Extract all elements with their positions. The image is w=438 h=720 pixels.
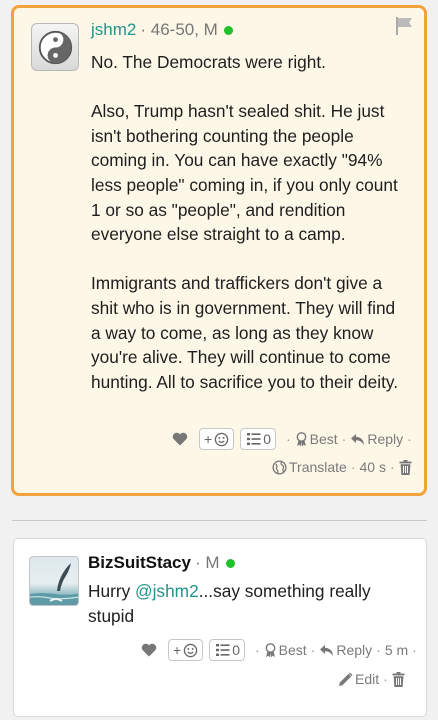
- like-heart-icon[interactable]: [140, 643, 158, 657]
- reply-label: Reply: [336, 642, 373, 658]
- comment-actions: + 0 · Best ·: [171, 428, 412, 450]
- online-indicator: [225, 558, 235, 568]
- smiley-icon: [214, 432, 229, 446]
- reaction-count: 0: [263, 431, 271, 447]
- best-button[interactable]: Best: [295, 431, 338, 447]
- reply-label: Reply: [367, 431, 404, 447]
- list-icon: [247, 433, 261, 445]
- list-icon: [216, 644, 230, 656]
- user-meta: · M: [194, 553, 220, 572]
- add-reaction-label: +: [173, 642, 182, 658]
- comment-paragraph: Also, Trump hasn't sealed shit. He just …: [91, 101, 398, 245]
- reply-arrow-icon: [351, 433, 365, 445]
- comment-paragraph: Immigrants and traffickers don't give a …: [91, 273, 399, 392]
- edit-button[interactable]: Edit: [338, 671, 379, 687]
- add-reaction-button[interactable]: +: [168, 639, 204, 661]
- username-link[interactable]: jshm2: [91, 20, 136, 40]
- comment-body: Hurry @jshm2...say something really stup…: [88, 579, 408, 628]
- like-heart-icon[interactable]: [171, 432, 189, 446]
- username-link[interactable]: BizSuitStacy: [88, 553, 191, 573]
- flag-icon[interactable]: [394, 16, 414, 41]
- reply-button[interactable]: Reply: [350, 431, 403, 447]
- comment-paragraph: No. The Democrats were right.: [91, 52, 326, 72]
- yin-yang-icon: [38, 30, 73, 65]
- timestamp: 40 s: [359, 459, 386, 475]
- comment-divider: [12, 520, 427, 521]
- translate-button[interactable]: Translate: [272, 459, 347, 475]
- reply-button[interactable]: Reply: [319, 642, 372, 658]
- best-label: Best: [278, 642, 307, 658]
- comment-header: jshm2 · 46-50, M: [91, 20, 233, 40]
- add-reaction-button[interactable]: +: [199, 428, 235, 450]
- avatar[interactable]: [31, 23, 79, 71]
- best-label: Best: [309, 431, 338, 447]
- comment-footer: Edit ·: [338, 671, 405, 687]
- award-ribbon-icon: [296, 431, 307, 446]
- timestamp: 5 m: [384, 642, 409, 658]
- user-meta: · 46-50, M: [140, 20, 218, 39]
- comment-body: No. The Democrats were right. Also, Trum…: [91, 50, 409, 419]
- comment-card: BizSuitStacy · M Hurry @jshm2...say some…: [13, 538, 427, 717]
- trash-icon[interactable]: [392, 671, 405, 687]
- translate-label: Translate: [289, 459, 347, 475]
- trash-icon[interactable]: [399, 459, 412, 475]
- globe-icon: [272, 459, 287, 475]
- reaction-count: 0: [232, 642, 240, 658]
- list-reactions-button[interactable]: 0: [209, 639, 245, 661]
- pencil-icon: [339, 672, 353, 686]
- smiley-icon: [183, 643, 198, 657]
- list-reactions-button[interactable]: 0: [240, 428, 276, 450]
- avatar[interactable]: [29, 556, 79, 606]
- comment-header: BizSuitStacy · M: [88, 553, 235, 573]
- add-reaction-label: +: [204, 431, 213, 447]
- dolphin-jump-photo: [30, 563, 78, 605]
- reply-arrow-icon: [320, 644, 334, 656]
- online-indicator: [223, 25, 233, 35]
- comment-footer: Translate · 40 s ·: [272, 459, 412, 475]
- comment-card-highlighted: jshm2 · 46-50, M No. The Democrats were …: [11, 5, 427, 496]
- mention-link[interactable]: @jshm2: [135, 581, 199, 601]
- best-button[interactable]: Best: [264, 642, 307, 658]
- comment-actions: + 0 · Best ·: [140, 639, 417, 661]
- award-ribbon-icon: [265, 642, 276, 657]
- comment-text: Hurry: [88, 581, 136, 601]
- edit-label: Edit: [355, 671, 380, 687]
